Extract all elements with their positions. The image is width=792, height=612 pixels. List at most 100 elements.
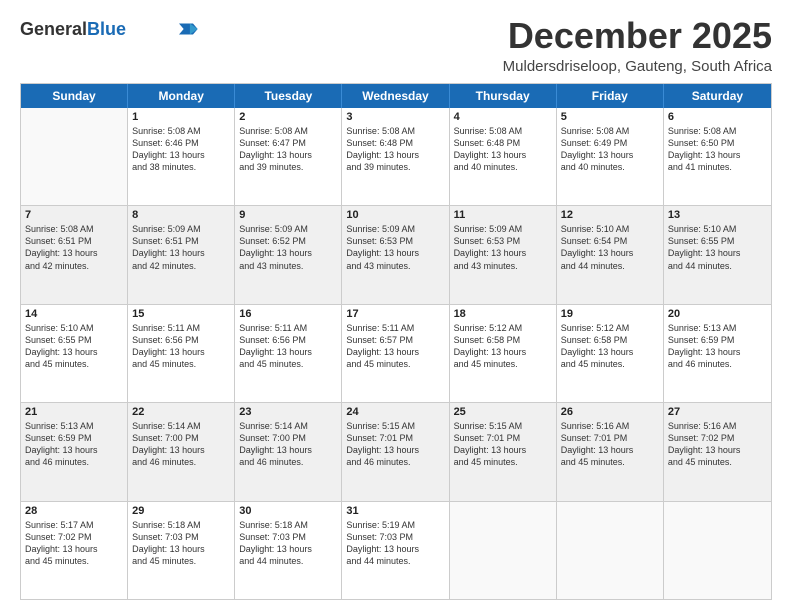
- day-number: 8: [132, 209, 230, 221]
- cell-line: and 44 minutes.: [668, 260, 767, 272]
- cell-line: Daylight: 13 hours: [668, 149, 767, 161]
- cell-line: Sunrise: 5:09 AM: [454, 223, 552, 235]
- calendar-row-2: 7Sunrise: 5:08 AMSunset: 6:51 PMDaylight…: [21, 205, 771, 303]
- cell-line: Sunset: 6:59 PM: [25, 432, 123, 444]
- day-number: 25: [454, 406, 552, 418]
- calendar-cell-15: 15Sunrise: 5:11 AMSunset: 6:56 PMDayligh…: [128, 305, 235, 402]
- cell-line: Daylight: 13 hours: [239, 149, 337, 161]
- cell-line: Sunset: 6:55 PM: [25, 334, 123, 346]
- cell-line: Sunset: 6:46 PM: [132, 137, 230, 149]
- calendar-cell-26: 26Sunrise: 5:16 AMSunset: 7:01 PMDayligh…: [557, 403, 664, 500]
- calendar-header: SundayMondayTuesdayWednesdayThursdayFrid…: [21, 84, 771, 108]
- calendar-row-4: 21Sunrise: 5:13 AMSunset: 6:59 PMDayligh…: [21, 402, 771, 500]
- cell-line: Sunset: 6:58 PM: [454, 334, 552, 346]
- day-number: 2: [239, 111, 337, 123]
- cell-line: Sunrise: 5:18 AM: [239, 519, 337, 531]
- cell-line: and 42 minutes.: [132, 260, 230, 272]
- cell-line: Daylight: 13 hours: [454, 444, 552, 456]
- cell-line: Sunrise: 5:17 AM: [25, 519, 123, 531]
- header-day-friday: Friday: [557, 84, 664, 108]
- cell-line: Daylight: 13 hours: [239, 444, 337, 456]
- day-number: 23: [239, 406, 337, 418]
- calendar-cell-4: 4Sunrise: 5:08 AMSunset: 6:48 PMDaylight…: [450, 108, 557, 205]
- cell-line: Sunrise: 5:10 AM: [561, 223, 659, 235]
- cell-line: Daylight: 13 hours: [132, 444, 230, 456]
- cell-line: Sunset: 7:03 PM: [239, 531, 337, 543]
- cell-line: Daylight: 13 hours: [239, 543, 337, 555]
- cell-line: Sunset: 7:02 PM: [668, 432, 767, 444]
- cell-line: and 46 minutes.: [132, 456, 230, 468]
- calendar: SundayMondayTuesdayWednesdayThursdayFrid…: [20, 83, 772, 600]
- cell-line: Sunset: 7:00 PM: [132, 432, 230, 444]
- calendar-cell-29: 29Sunrise: 5:18 AMSunset: 7:03 PMDayligh…: [128, 502, 235, 599]
- cell-line: and 45 minutes.: [132, 555, 230, 567]
- calendar-cell-18: 18Sunrise: 5:12 AMSunset: 6:58 PMDayligh…: [450, 305, 557, 402]
- cell-line: Sunrise: 5:13 AM: [668, 322, 767, 334]
- calendar-cell-11: 11Sunrise: 5:09 AMSunset: 6:53 PMDayligh…: [450, 206, 557, 303]
- cell-line: and 44 minutes.: [239, 555, 337, 567]
- cell-line: Sunrise: 5:08 AM: [132, 125, 230, 137]
- cell-line: and 45 minutes.: [668, 456, 767, 468]
- subtitle: Muldersdriseloop, Gauteng, South Africa: [503, 58, 772, 75]
- cell-line: Daylight: 13 hours: [132, 149, 230, 161]
- calendar-cell-9: 9Sunrise: 5:09 AMSunset: 6:52 PMDaylight…: [235, 206, 342, 303]
- cell-line: Daylight: 13 hours: [454, 247, 552, 259]
- cell-line: Sunset: 7:00 PM: [239, 432, 337, 444]
- day-number: 16: [239, 308, 337, 320]
- cell-line: and 45 minutes.: [561, 456, 659, 468]
- cell-line: Sunrise: 5:12 AM: [454, 322, 552, 334]
- day-number: 24: [346, 406, 444, 418]
- day-number: 10: [346, 209, 444, 221]
- cell-line: Sunrise: 5:08 AM: [25, 223, 123, 235]
- header-day-saturday: Saturday: [664, 84, 771, 108]
- calendar-cell-25: 25Sunrise: 5:15 AMSunset: 7:01 PMDayligh…: [450, 403, 557, 500]
- cell-line: Sunrise: 5:19 AM: [346, 519, 444, 531]
- cell-line: Sunset: 6:50 PM: [668, 137, 767, 149]
- cell-line: Daylight: 13 hours: [668, 444, 767, 456]
- calendar-cell-16: 16Sunrise: 5:11 AMSunset: 6:56 PMDayligh…: [235, 305, 342, 402]
- cell-line: and 45 minutes.: [454, 456, 552, 468]
- cell-line: and 40 minutes.: [454, 161, 552, 173]
- cell-line: Sunrise: 5:08 AM: [454, 125, 552, 137]
- cell-line: Daylight: 13 hours: [239, 346, 337, 358]
- cell-line: Sunset: 6:51 PM: [25, 235, 123, 247]
- cell-line: and 46 minutes.: [239, 456, 337, 468]
- calendar-cell-23: 23Sunrise: 5:14 AMSunset: 7:00 PMDayligh…: [235, 403, 342, 500]
- cell-line: Daylight: 13 hours: [454, 346, 552, 358]
- header-day-thursday: Thursday: [450, 84, 557, 108]
- cell-line: Daylight: 13 hours: [25, 346, 123, 358]
- cell-line: Sunrise: 5:08 AM: [668, 125, 767, 137]
- logo: GeneralBlue: [20, 20, 198, 38]
- day-number: 3: [346, 111, 444, 123]
- cell-line: Sunrise: 5:08 AM: [346, 125, 444, 137]
- calendar-cell-27: 27Sunrise: 5:16 AMSunset: 7:02 PMDayligh…: [664, 403, 771, 500]
- calendar-cell-28: 28Sunrise: 5:17 AMSunset: 7:02 PMDayligh…: [21, 502, 128, 599]
- cell-line: and 45 minutes.: [454, 358, 552, 370]
- calendar-row-5: 28Sunrise: 5:17 AMSunset: 7:02 PMDayligh…: [21, 501, 771, 599]
- cell-line: Sunset: 6:48 PM: [346, 137, 444, 149]
- calendar-cell-empty: [664, 502, 771, 599]
- calendar-cell-17: 17Sunrise: 5:11 AMSunset: 6:57 PMDayligh…: [342, 305, 449, 402]
- cell-line: Daylight: 13 hours: [346, 247, 444, 259]
- calendar-cell-7: 7Sunrise: 5:08 AMSunset: 6:51 PMDaylight…: [21, 206, 128, 303]
- calendar-cell-14: 14Sunrise: 5:10 AMSunset: 6:55 PMDayligh…: [21, 305, 128, 402]
- cell-line: Sunset: 6:47 PM: [239, 137, 337, 149]
- cell-line: Sunset: 6:54 PM: [561, 235, 659, 247]
- calendar-cell-empty: [21, 108, 128, 205]
- cell-line: Sunrise: 5:14 AM: [132, 420, 230, 432]
- cell-line: Sunrise: 5:12 AM: [561, 322, 659, 334]
- calendar-cell-8: 8Sunrise: 5:09 AMSunset: 6:51 PMDaylight…: [128, 206, 235, 303]
- cell-line: Sunset: 6:57 PM: [346, 334, 444, 346]
- day-number: 12: [561, 209, 659, 221]
- cell-line: Sunrise: 5:11 AM: [239, 322, 337, 334]
- cell-line: Daylight: 13 hours: [454, 149, 552, 161]
- cell-line: Sunrise: 5:18 AM: [132, 519, 230, 531]
- day-number: 11: [454, 209, 552, 221]
- cell-line: and 46 minutes.: [346, 456, 444, 468]
- day-number: 28: [25, 505, 123, 517]
- month-title: December 2025: [503, 16, 772, 56]
- day-number: 5: [561, 111, 659, 123]
- cell-line: and 41 minutes.: [668, 161, 767, 173]
- cell-line: and 46 minutes.: [25, 456, 123, 468]
- day-number: 22: [132, 406, 230, 418]
